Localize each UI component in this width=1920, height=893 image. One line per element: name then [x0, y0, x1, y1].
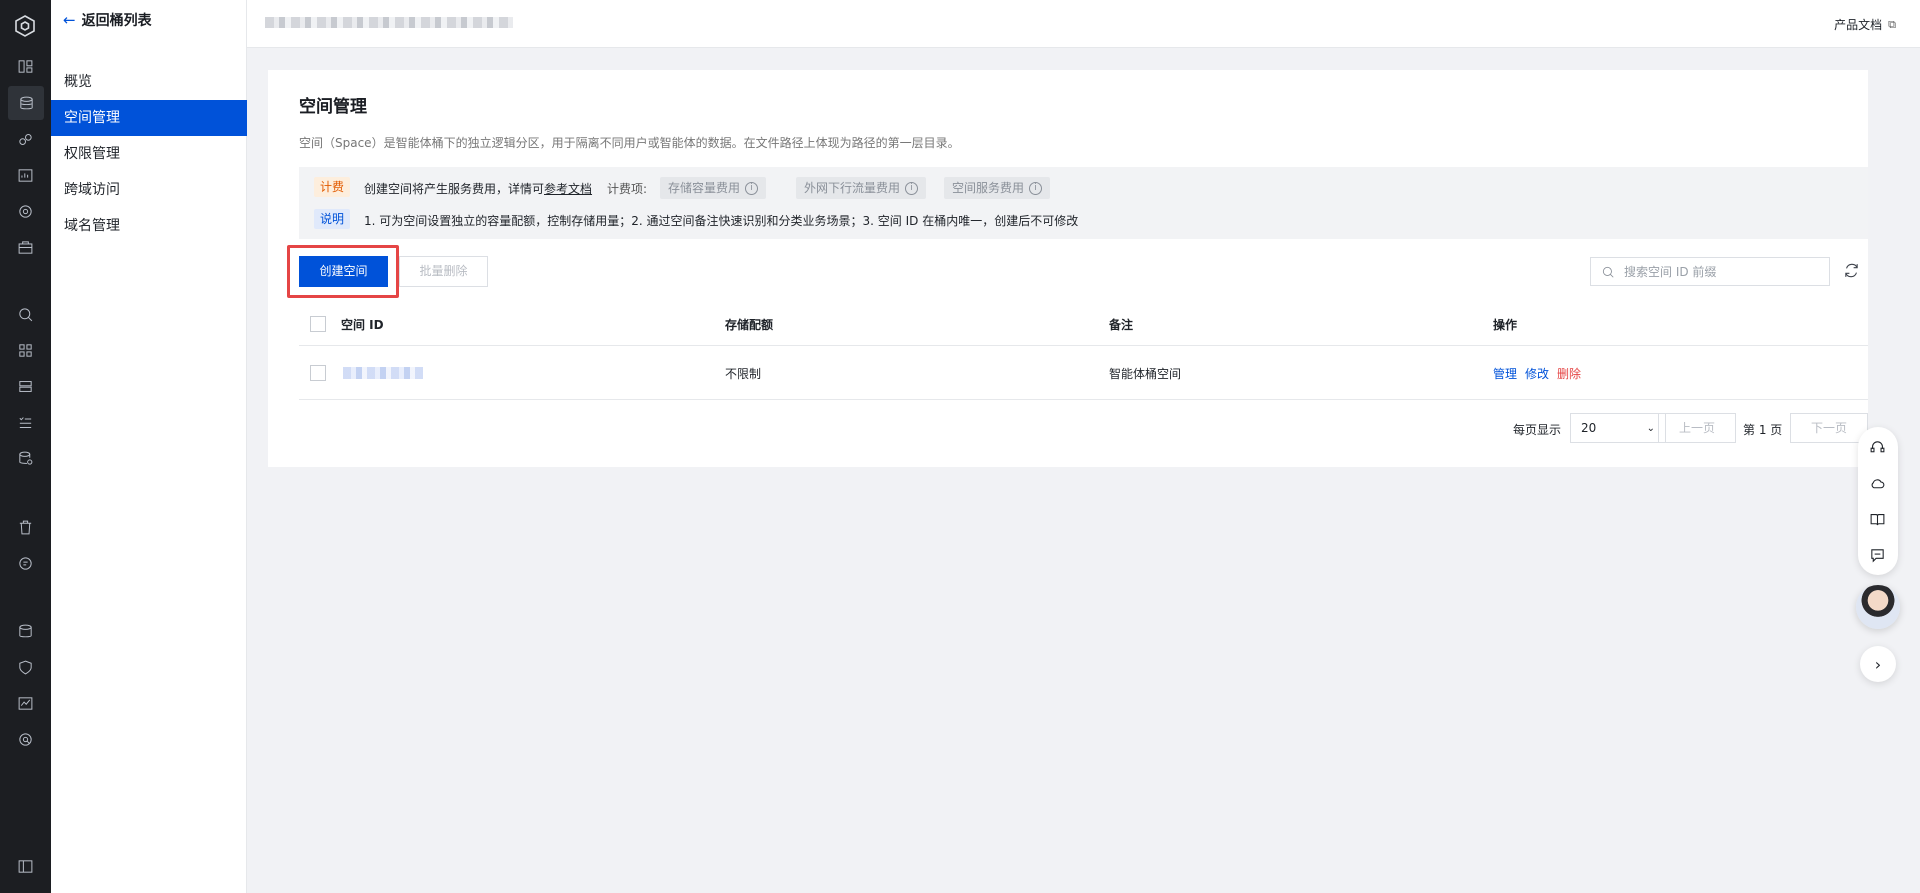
info-icon: i [745, 181, 759, 195]
note-text: 1. 可为空间设置独立的容量配额，控制存储用量；2. 通过空间备注快速识别和分类… [364, 214, 1079, 228]
per-page-label: 每页显示 [1513, 423, 1562, 437]
package-icon[interactable] [14, 236, 36, 258]
refresh-icon[interactable] [1843, 262, 1861, 280]
fee-item-traffic[interactable]: 外网下行流量费用 i [796, 177, 927, 199]
fee-item-storage[interactable]: 存储容量费用 i [660, 177, 767, 199]
icon-rail [0, 0, 51, 893]
book-icon[interactable] [1869, 511, 1887, 529]
delete-link[interactable]: 删除 [1557, 365, 1581, 382]
fee-item-traffic-label: 外网下行流量费用 [804, 181, 901, 195]
sidebar-item-overview[interactable]: 概览 [51, 64, 247, 100]
cloud-icon[interactable] [1869, 475, 1887, 493]
prev-page-button: 上一页 [1658, 413, 1736, 443]
table-row: 不限制 智能体桶空间 管理 修改 删除 [299, 346, 1868, 400]
reference-doc-link[interactable]: 参考文档 [544, 182, 592, 196]
column-storage-quota: 存储配额 [725, 318, 774, 332]
row-checkbox[interactable] [310, 365, 326, 381]
assistant-avatar[interactable] [1856, 585, 1900, 629]
fee-item-service[interactable]: 空间服务费用 i [944, 177, 1051, 199]
arrow-left-icon: ← [63, 11, 76, 29]
chat-search-icon[interactable] [14, 552, 36, 574]
redacted-space-id[interactable] [343, 367, 423, 379]
chevron-down-icon: ⌄ [1646, 422, 1655, 434]
global-search-icon[interactable] [14, 728, 36, 750]
database-icon[interactable] [14, 620, 36, 642]
floating-toolbar [1858, 427, 1898, 575]
notice-box: 计费 创建空间将产生服务费用，详情可参考文档 计费项: 存储容量费用 i 外网下行… [299, 167, 1868, 239]
apps-icon[interactable] [14, 339, 36, 361]
redacted-breadcrumb [265, 17, 513, 28]
create-space-button[interactable]: 创建空间 [299, 256, 388, 287]
product-docs-label: 产品文档 [1834, 18, 1883, 32]
list-check-icon[interactable] [14, 411, 36, 433]
fee-text: 创建空间将产生服务费用，详情可参考文档 [364, 180, 592, 197]
layers-icon[interactable] [14, 375, 36, 397]
database-settings-icon[interactable] [14, 447, 36, 469]
logo-icon[interactable] [12, 13, 38, 39]
fee-text-main: 创建空间将产生服务费用，详情可 [364, 182, 545, 196]
sidebar-item-cross-origin[interactable]: 跨域访问 [51, 172, 247, 208]
info-icon: i [1029, 181, 1043, 195]
analytics-icon[interactable] [14, 692, 36, 714]
customer-service-icon[interactable] [1869, 439, 1887, 457]
per-page-select[interactable]: 20 ⌄ [1570, 413, 1666, 443]
chevron-right-icon[interactable]: › [1860, 646, 1896, 682]
sidebar-item-permission-management[interactable]: 权限管理 [51, 136, 247, 172]
space-table: 空间 ID 存储配额 备注 操作 不限制 智能体桶空间 管理 修改 删除 [299, 303, 1868, 400]
page-title: 空间管理 [299, 97, 367, 117]
table-header: 空间 ID 存储配额 备注 操作 [299, 303, 1868, 346]
page-description: 空间（Space）是智能体桶下的独立逻辑分区，用于隔离不同用户或智能体的数据。在… [299, 136, 960, 150]
back-to-bucket-list-link[interactable]: ← 返回桶列表 [63, 10, 152, 30]
sidebar: ← 返回桶列表 概览 空间管理 权限管理 跨域访问 域名管理 [51, 0, 247, 893]
current-page: 第 1 页 [1743, 423, 1783, 437]
back-label: 返回桶列表 [81, 13, 152, 29]
external-link-icon: ⧉ [1888, 17, 1896, 31]
collapse-sidebar-icon[interactable] [14, 855, 36, 877]
product-docs-link[interactable]: 产品文档 ⧉ [1834, 16, 1896, 33]
search-box[interactable] [1590, 257, 1830, 286]
sidebar-item-domain-management[interactable]: 域名管理 [51, 208, 247, 244]
batch-delete-button: 批量删除 [399, 256, 488, 287]
storage-bucket-icon[interactable] [8, 86, 44, 120]
space-management-card: 空间管理 空间（Space）是智能体桶下的独立逻辑分区，用于隔离不同用户或智能体… [268, 70, 1868, 467]
column-space-id: 空间 ID [341, 318, 384, 332]
next-page-button: 下一页 [1790, 413, 1868, 443]
search-icon [1602, 266, 1614, 278]
select-all-checkbox[interactable] [310, 316, 326, 332]
dashboard-icon[interactable] [14, 55, 36, 77]
column-remark: 备注 [1109, 318, 1134, 332]
row-quota: 不限制 [725, 367, 762, 381]
per-page-value: 20 [1581, 421, 1597, 435]
monitor-icon[interactable] [14, 164, 36, 186]
fee-item-service-label: 空间服务费用 [952, 181, 1025, 195]
row-remark: 智能体桶空间 [1109, 367, 1182, 381]
link-icon[interactable] [14, 128, 36, 150]
top-bar: 产品文档 ⧉ [247, 0, 1920, 48]
search-refresh-icon[interactable] [14, 303, 36, 325]
shield-icon[interactable] [14, 656, 36, 678]
sidebar-item-space-management[interactable]: 空间管理 [51, 100, 247, 136]
fee-item-storage-label: 存储容量费用 [668, 181, 741, 195]
search-input[interactable] [1624, 264, 1814, 279]
note-tag: 说明 [314, 209, 351, 229]
manage-link[interactable]: 管理 [1493, 365, 1517, 382]
column-actions: 操作 [1493, 318, 1518, 332]
info-icon: i [905, 181, 919, 195]
fee-items-label: 计费项: [607, 182, 648, 196]
trash-icon[interactable] [14, 516, 36, 538]
edit-link[interactable]: 修改 [1525, 365, 1549, 382]
target-icon[interactable] [14, 200, 36, 222]
feedback-icon[interactable] [1869, 547, 1887, 565]
fee-tag: 计费 [314, 177, 351, 197]
